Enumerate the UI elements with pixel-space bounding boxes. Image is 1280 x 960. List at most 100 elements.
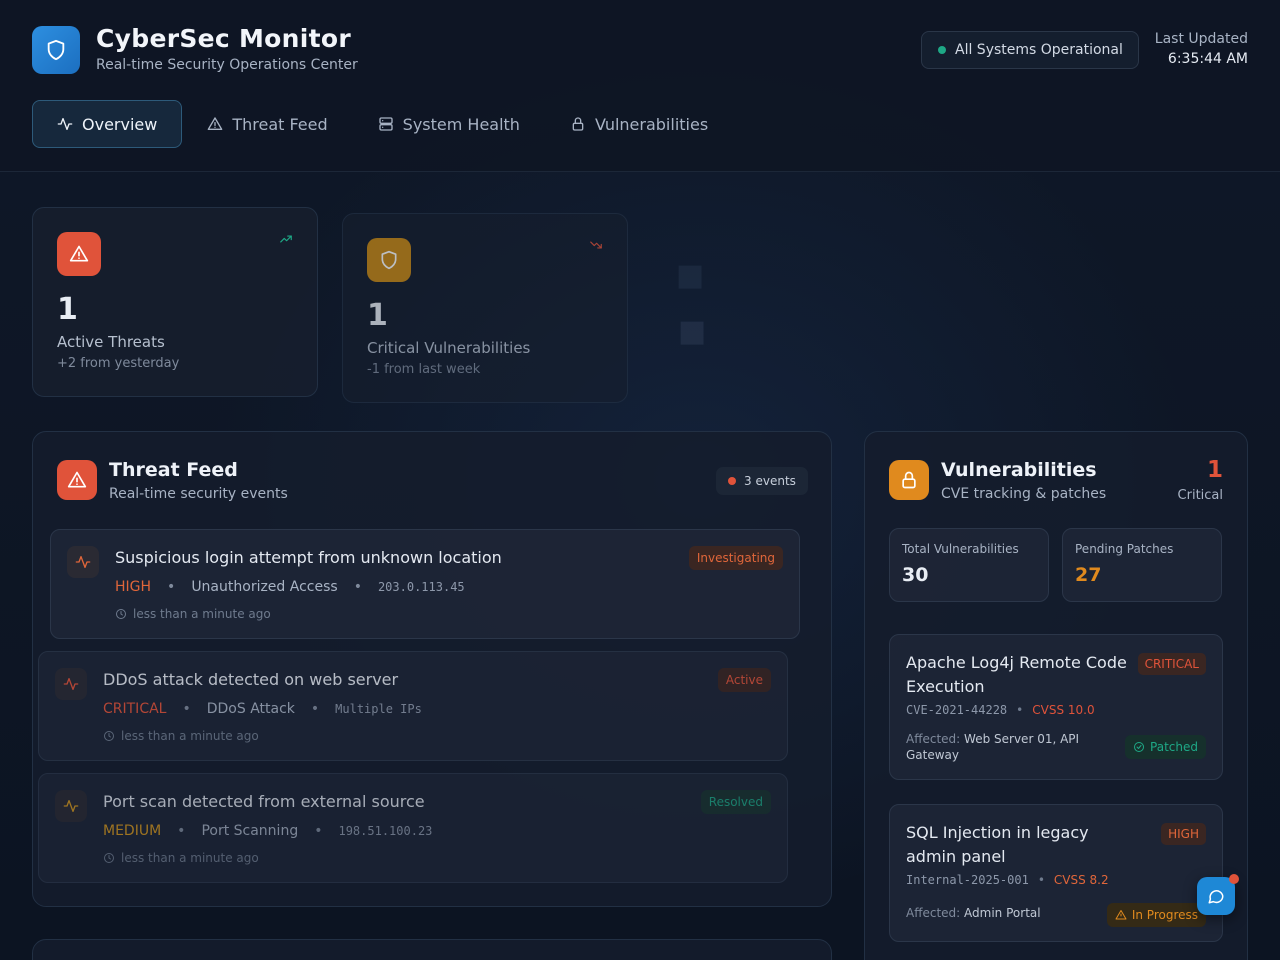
check-circle-icon [1134,742,1145,752]
threat-category: Unauthorized Access [191,579,338,595]
affected-value: Admin Portal [964,906,1041,920]
tab-threat-feed[interactable]: Threat Feed [182,100,352,148]
mini-label: Total Vulnerabilities [902,542,1019,556]
main-tabs: Overview Threat Feed System Health Vulne… [32,100,733,148]
separator-dot: • [1037,873,1045,887]
threat-feed-panel: Threat Feed Real-time security events 3 … [32,431,832,907]
panel-title: Threat Feed [109,459,238,481]
pending-patches-card: Pending Patches 27 [1062,528,1222,602]
separator-dot: • [353,579,362,595]
tab-label: Overview [82,114,158,134]
faded-stat-placeholder: ■ [676,258,705,293]
next-panel [32,939,832,960]
separator-dot: • [182,701,191,717]
threat-category: Port Scanning [201,823,299,839]
total-vulnerabilities-card: Total Vulnerabilities 30 [889,528,1049,602]
shield-logo-icon [32,26,80,74]
patch-status-badge: In Progress [1106,903,1206,927]
separator-dot: • [1016,703,1024,717]
stat-card-active-threats[interactable]: 1 Active Threats +2 from yesterday [32,207,318,397]
severity-badge: HIGH [1161,823,1206,845]
threat-source: 203.0.113.45 [377,580,465,594]
tab-vulnerabilities[interactable]: Vulnerabilities [545,100,733,148]
cvss-score: CVSS 8.2 [1053,873,1109,887]
affected-label: Affected: [906,906,961,920]
activity-icon [55,790,87,822]
affected-systems: Affected: Admin Portal [906,905,1106,921]
threat-source: 198.51.100.23 [338,824,433,838]
live-dot-icon [728,477,737,485]
vulnerability-title: Apache Log4j Remote Code Execution [906,653,1127,696]
clock-icon [104,853,114,863]
threat-severity: HIGH [115,579,152,595]
vulnerability-meta: Internal-2025-001 • CVSS 8.2 [906,873,1109,887]
trending-up-icon [280,235,292,243]
tab-label: Vulnerabilities [594,114,709,134]
critical-count: 1 [1206,457,1223,483]
separator-dot: • [177,823,186,839]
stat-label: Active Threats [57,333,165,351]
alert-triangle-icon [1115,910,1127,920]
threat-event-item[interactable]: Suspicious login attempt from unknown lo… [50,529,800,639]
panel-title: Vulnerabilities [941,459,1097,481]
lock-icon [889,460,929,500]
app-subtitle: Real-time Security Operations Center [96,57,358,73]
affected-systems: Affected: Web Server 01, API Gateway [906,731,1106,763]
critical-label: Critical [1177,488,1223,503]
tab-label: Threat Feed [232,114,328,134]
tab-overview[interactable]: Overview [32,100,183,148]
shield-icon [367,238,411,282]
mini-value: 30 [902,564,929,586]
faded-stat-placeholder: ■ [678,314,707,349]
cve-id: CVE-2021-44228 [906,703,1008,717]
threat-category: DDoS Attack [206,701,295,717]
activity-icon [67,546,99,578]
separator-dot: • [310,701,320,717]
stat-card-critical-vulnerabilities[interactable]: 1 Critical Vulnerabilities -1 from last … [342,213,628,403]
patch-status-badge: Patched [1125,735,1206,759]
threat-time-text: less than a minute ago [133,607,271,621]
mini-value: 27 [1075,564,1102,586]
threat-meta: CRITICAL • DDoS Attack • Multiple IPs [103,701,422,717]
separator-dot: • [167,579,176,595]
events-count-badge: 3 events [716,467,808,495]
patch-status-text: In Progress [1131,908,1198,922]
system-status-badge: All Systems Operational [921,31,1139,69]
threat-severity: CRITICAL [103,701,167,717]
app-header: CyberSec Monitor Real-time Security Oper… [0,0,1280,172]
events-count: 3 events [744,474,796,488]
vulnerabilities-panel: Vulnerabilities CVE tracking & patches 1… [864,431,1248,960]
stat-value: 1 [57,292,78,327]
separator-dot: • [314,823,323,839]
app-title: CyberSec Monitor [96,24,351,53]
activity-icon [55,668,87,700]
message-circle-icon [1208,890,1224,904]
last-updated-time: 6:35:44 AM [1167,51,1248,67]
panel-subtitle: CVE tracking & patches [941,486,1107,502]
threat-meta: HIGH • Unauthorized Access • 203.0.113.4… [115,579,465,595]
chat-button[interactable] [1197,877,1235,915]
vulnerability-item[interactable]: Apache Log4j Remote Code Execution CRITI… [889,634,1223,780]
threat-time-text: less than a minute ago [121,851,259,865]
system-status-text: All Systems Operational [955,42,1123,58]
threat-event-item[interactable]: Port scan detected from external source … [38,773,788,883]
tab-system-health[interactable]: System Health [353,100,545,148]
cve-id: Internal-2025-001 [906,873,1029,887]
threat-severity: MEDIUM [103,823,162,839]
clock-icon [116,609,126,619]
vulnerability-item[interactable]: SQL Injection in legacy admin panel HIGH… [889,804,1223,942]
threat-event-item[interactable]: DDoS attack detected on web server Activ… [38,651,788,761]
threat-title: DDoS attack detected on web server [103,670,399,689]
stat-value: 1 [367,298,388,333]
severity-badge: CRITICAL [1137,653,1206,675]
last-updated-label: Last Updated [1154,31,1248,47]
vulnerability-title: SQL Injection in legacy admin panel [906,823,1089,866]
server-icon [378,117,393,131]
lock-icon [572,117,584,131]
tab-label: System Health [402,114,520,134]
stat-label: Critical Vulnerabilities [367,339,531,357]
threat-status-badge: Active [717,668,771,692]
stat-change: +2 from yesterday [57,356,180,371]
trending-down-icon [590,241,602,249]
threat-source: Multiple IPs [335,702,422,716]
